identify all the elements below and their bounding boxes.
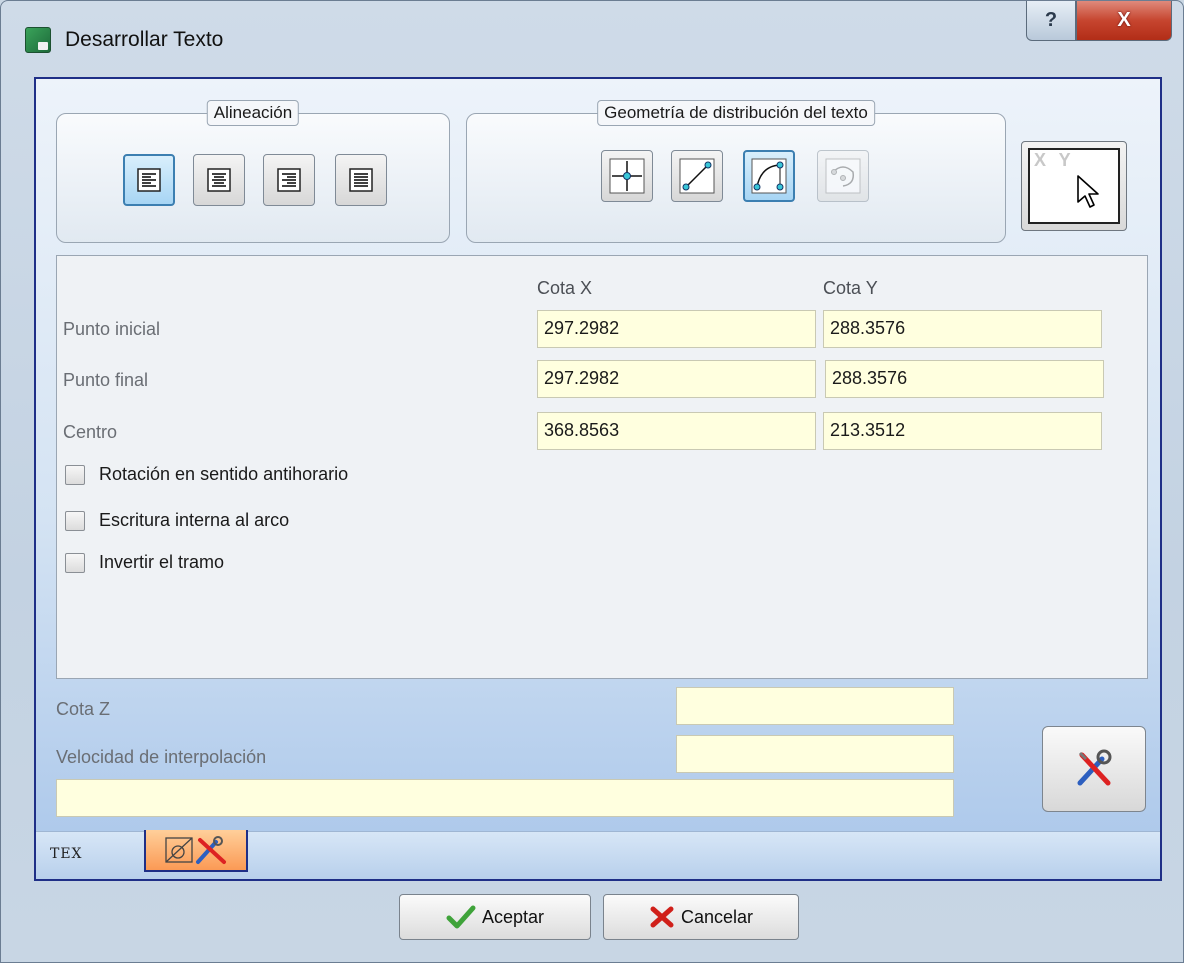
geometry-group-title: Geometría de distribución del texto	[597, 100, 875, 126]
point-geometry-icon	[609, 158, 645, 194]
geometry-arc-button[interactable]	[743, 150, 795, 202]
ccw-checkbox[interactable]	[65, 464, 85, 485]
invert-option[interactable]: Invertir el tramo	[65, 552, 224, 573]
invert-checkbox[interactable]	[65, 552, 85, 573]
alignment-group: Alineación	[56, 100, 450, 243]
app-icon	[25, 27, 51, 53]
geometry-line-button[interactable]	[671, 150, 723, 202]
center-y-field[interactable]: 213.3512	[823, 412, 1102, 450]
help-button[interactable]: ?	[1026, 1, 1076, 41]
center-x-field[interactable]: 368.8563	[537, 412, 816, 450]
z-field[interactable]	[676, 687, 954, 725]
cancel-label: Cancelar	[680, 906, 754, 927]
center-label: Centro	[63, 422, 118, 442]
speed-label: Velocidad de interpolación	[56, 747, 267, 767]
geometry-group: Geometría de distribución del texto	[466, 100, 1006, 243]
dialog-window: Desarrollar Texto ? X Alineación Geometr…	[0, 0, 1184, 963]
start-y-field[interactable]: 288.3576	[823, 310, 1102, 348]
close-button[interactable]: X	[1076, 1, 1172, 41]
dialog-content: Alineación Geometría de distribución del…	[34, 77, 1162, 881]
col-header-y: Cota Y	[823, 278, 878, 298]
comment-field[interactable]	[56, 779, 954, 817]
geometry-tools-icon	[165, 836, 226, 864]
accept-button[interactable]: Aceptar	[399, 894, 591, 940]
internal-option[interactable]: Escritura interna al arco	[65, 510, 289, 531]
cancel-x-icon	[650, 906, 674, 928]
title-bar: Desarrollar Texto ? X	[1, 1, 1183, 79]
align-center-button[interactable]	[193, 154, 245, 206]
align-right-button[interactable]	[263, 154, 315, 206]
geometry-circle-button[interactable]	[817, 150, 869, 202]
arc-geometry-icon	[751, 158, 787, 194]
cursor-arrow-icon	[1077, 175, 1099, 208]
tools-button[interactable]	[1042, 726, 1146, 812]
align-justify-button[interactable]	[335, 154, 387, 206]
end-y-field[interactable]: 288.3576	[825, 360, 1104, 398]
coordinates-panel: Cota X Cota Y Punto inicial 297.2982 288…	[56, 255, 1148, 679]
col-header-x: Cota X	[537, 278, 593, 298]
geometry-point-button[interactable]	[601, 150, 653, 202]
internal-label: Escritura interna al arco	[99, 510, 290, 530]
ccw-option[interactable]: Rotación en sentido antihorario	[65, 464, 348, 485]
start-x-field[interactable]: 297.2982	[537, 310, 816, 348]
invert-label: Invertir el tramo	[99, 552, 225, 572]
line-geometry-icon	[679, 158, 715, 194]
internal-checkbox[interactable]	[65, 510, 85, 531]
speed-field[interactable]	[676, 735, 954, 773]
pick-xy-button[interactable]: X Y	[1021, 141, 1127, 231]
accept-label: Aceptar	[481, 906, 545, 927]
start-point-label: Punto inicial	[63, 319, 161, 339]
align-center-icon	[207, 168, 231, 192]
cancel-button[interactable]: Cancelar	[603, 894, 799, 940]
align-right-icon	[277, 168, 301, 192]
circle-geometry-icon	[825, 158, 861, 194]
end-x-field[interactable]: 297.2982	[537, 360, 816, 398]
tab-text-label: TEX	[50, 846, 83, 862]
align-left-icon	[137, 168, 161, 192]
z-label: Cota Z	[56, 699, 111, 719]
tab-bar: TEX	[36, 830, 1160, 879]
tools-icon	[1077, 749, 1112, 786]
xy-label: X Y	[1034, 150, 1075, 170]
align-justify-icon	[349, 168, 373, 192]
alignment-group-title: Alineación	[206, 100, 300, 126]
tab-geometry[interactable]	[144, 830, 248, 872]
checkmark-icon	[446, 905, 476, 929]
ccw-label: Rotación en sentido antihorario	[99, 464, 349, 484]
window-title: Desarrollar Texto	[65, 28, 224, 51]
tab-text[interactable]: TEX	[50, 846, 94, 872]
end-point-label: Punto final	[63, 370, 149, 390]
align-left-button[interactable]	[123, 154, 175, 206]
